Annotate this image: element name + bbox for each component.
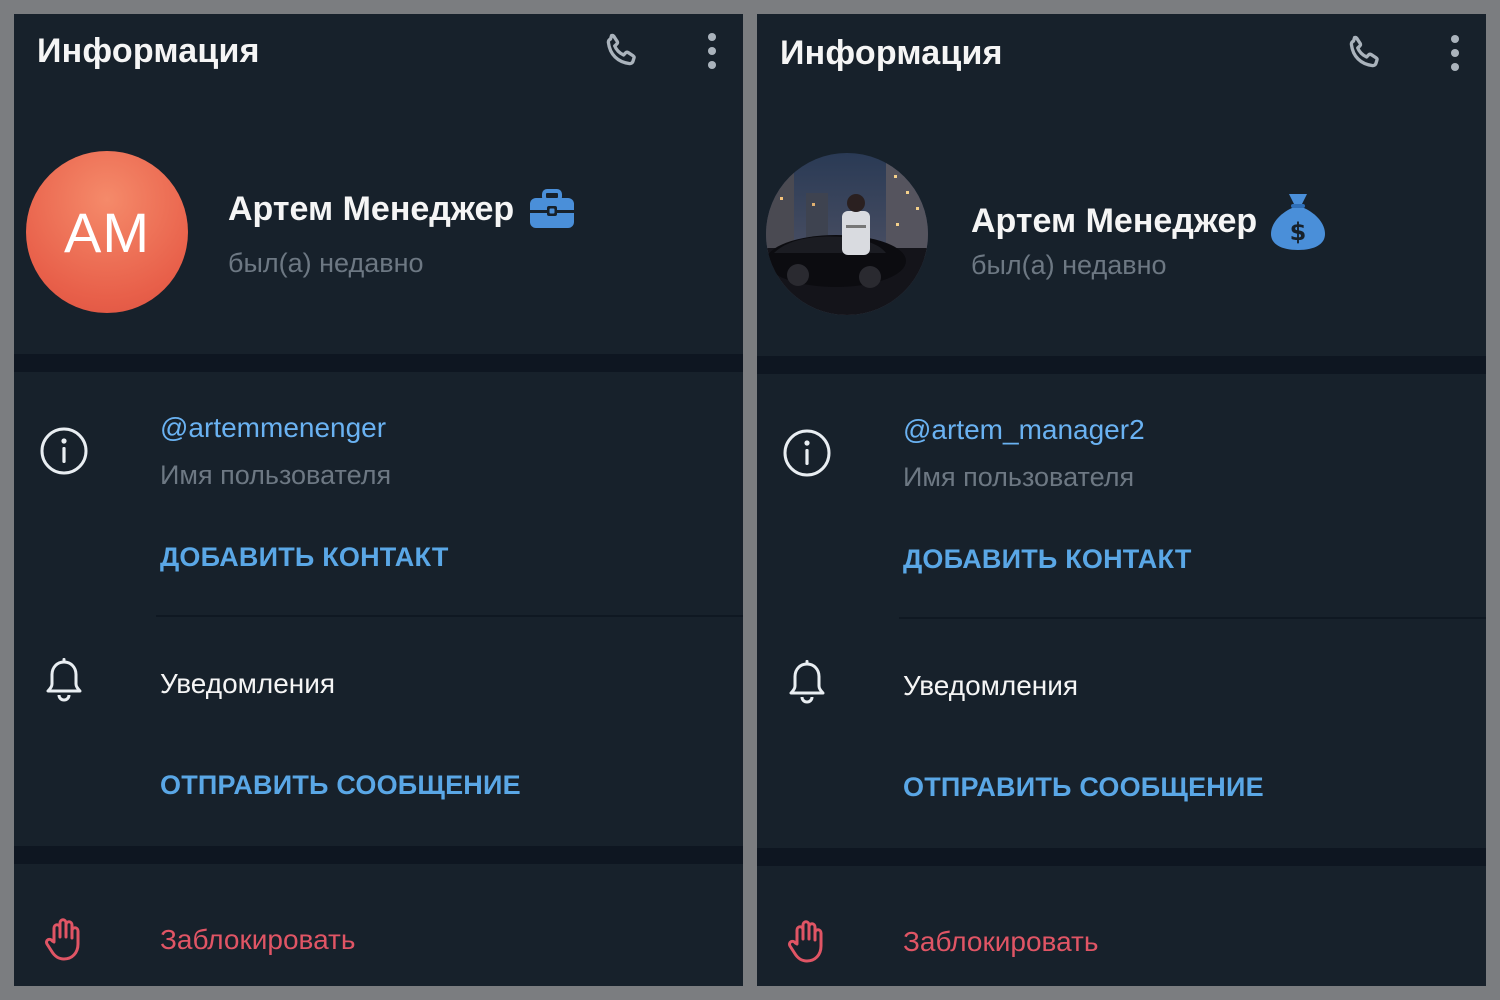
avatar[interactable]: АМ bbox=[26, 151, 188, 313]
section-divider bbox=[14, 354, 743, 372]
add-contact-button[interactable]: ДОБАВИТЬ КОНТАКТ bbox=[903, 544, 1192, 575]
section-divider bbox=[757, 356, 1486, 374]
info-icon bbox=[40, 427, 88, 475]
section-divider bbox=[757, 848, 1486, 866]
last-seen-status: был(а) недавно bbox=[228, 248, 424, 278]
add-contact-button[interactable]: ДОБАВИТЬ КОНТАКТ bbox=[160, 542, 449, 573]
bell-icon bbox=[46, 658, 82, 702]
avatar-initials: АМ bbox=[64, 200, 150, 264]
screenshot-frame: Информация АМ Артем Менеджер был(а) неда… bbox=[0, 0, 1500, 1000]
avatar-photo[interactable] bbox=[766, 153, 928, 315]
section-divider bbox=[14, 846, 743, 864]
phone-icon[interactable] bbox=[1343, 32, 1385, 74]
phone-icon[interactable] bbox=[600, 30, 642, 72]
profile-name: Артем Менеджер bbox=[228, 188, 576, 230]
more-vertical-icon[interactable] bbox=[1443, 32, 1467, 74]
block-user-button[interactable]: Заблокировать bbox=[903, 926, 1098, 958]
username-link[interactable]: @artem_manager2 bbox=[903, 414, 1145, 446]
hand-block-icon bbox=[44, 918, 80, 961]
block-user-button[interactable]: Заблокировать bbox=[160, 924, 355, 956]
bell-icon bbox=[789, 660, 825, 704]
profile-name-text: Артем Менеджер bbox=[971, 201, 1258, 240]
header-title: Информация bbox=[780, 34, 1003, 72]
send-message-button[interactable]: ОТПРАВИТЬ СООБЩЕНИЕ bbox=[903, 772, 1264, 803]
username-caption: Имя пользователя bbox=[160, 460, 392, 490]
money-bag-icon[interactable]: $ bbox=[1267, 190, 1329, 252]
last-seen-status: был(а) недавно bbox=[971, 250, 1167, 280]
notifications-toggle[interactable]: Уведомления bbox=[160, 668, 335, 700]
profile-name-text: Артем Менеджер bbox=[228, 189, 515, 228]
header-title: Информация bbox=[37, 32, 260, 70]
profile-name: Артем Менеджер $ bbox=[971, 190, 1329, 252]
hand-block-icon bbox=[787, 920, 823, 963]
row-divider bbox=[899, 617, 1486, 619]
row-divider bbox=[156, 615, 743, 617]
username-link[interactable]: @artemmenenger bbox=[160, 412, 386, 444]
notifications-toggle[interactable]: Уведомления bbox=[903, 670, 1078, 702]
username-caption: Имя пользователя bbox=[903, 462, 1135, 492]
send-message-button[interactable]: ОТПРАВИТЬ СООБЩЕНИЕ bbox=[160, 770, 521, 801]
svg-text:$: $ bbox=[1290, 218, 1307, 246]
profile-photo-image bbox=[766, 153, 928, 315]
briefcase-icon[interactable] bbox=[528, 188, 576, 230]
info-icon bbox=[783, 429, 831, 477]
user-info-panel-right: Информация Артем Менеджер $ был(а) недав… bbox=[757, 14, 1486, 986]
user-info-panel-left: Информация АМ Артем Менеджер был(а) неда… bbox=[14, 14, 743, 986]
more-vertical-icon[interactable] bbox=[700, 30, 724, 72]
